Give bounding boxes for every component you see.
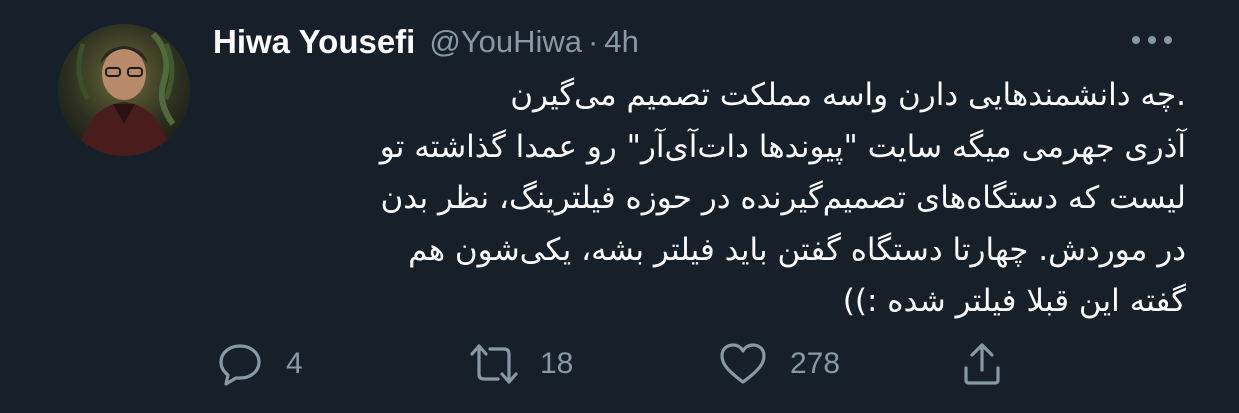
- timestamp[interactable]: 4h: [604, 24, 638, 60]
- tweet-text-line: در موردش. چهارتا دستگاه گفتن باید فیلتر …: [408, 231, 1186, 268]
- avatar[interactable]: [58, 24, 190, 156]
- reply-count: 4: [286, 347, 303, 380]
- heart-icon: [720, 343, 766, 384]
- tweet-text-line: .چه دانشمندهایی دارن واسه مملکت تصمیم می…: [510, 77, 1186, 113]
- retweet-count: 18: [540, 347, 574, 380]
- tweet-card[interactable]: Hiwa Yousefi @YouHiwa · 4h .چه دانشمندها…: [0, 0, 1239, 413]
- tweet-text-line: لیست که دستگاه‌های تصمیم‌گیرنده در حوزه …: [380, 180, 1186, 216]
- tweet-header: Hiwa Yousefi @YouHiwa · 4h: [213, 20, 639, 64]
- tweet-text-line: گفته این قبلا فیلتر شده :)): [842, 283, 1186, 319]
- user-handle[interactable]: @YouHiwa: [429, 24, 582, 60]
- action-bar: 4 18 278: [0, 336, 1239, 392]
- reply-bubble-icon: [219, 344, 261, 386]
- retweet-icon: [470, 344, 518, 384]
- like-count: 278: [790, 347, 841, 380]
- share-icon: [964, 343, 1000, 385]
- reply-button[interactable]: 4: [216, 336, 303, 392]
- separator-dot: ·: [588, 24, 599, 59]
- like-button[interactable]: 278: [718, 336, 840, 392]
- more-options-button[interactable]: [1128, 24, 1176, 56]
- share-button[interactable]: [958, 336, 1006, 392]
- tweet-text: .چه دانشمندهایی دارن واسه مملکت تصمیم می…: [200, 70, 1186, 328]
- display-name[interactable]: Hiwa Yousefi: [213, 23, 415, 61]
- more-horizontal-icon: [1132, 36, 1172, 44]
- avatar-photo: [58, 24, 190, 156]
- retweet-button[interactable]: 18: [466, 336, 573, 392]
- tweet-text-line: آذری جهرمی میگه سایت "پیوندها دات‌آی‌آر"…: [379, 128, 1186, 165]
